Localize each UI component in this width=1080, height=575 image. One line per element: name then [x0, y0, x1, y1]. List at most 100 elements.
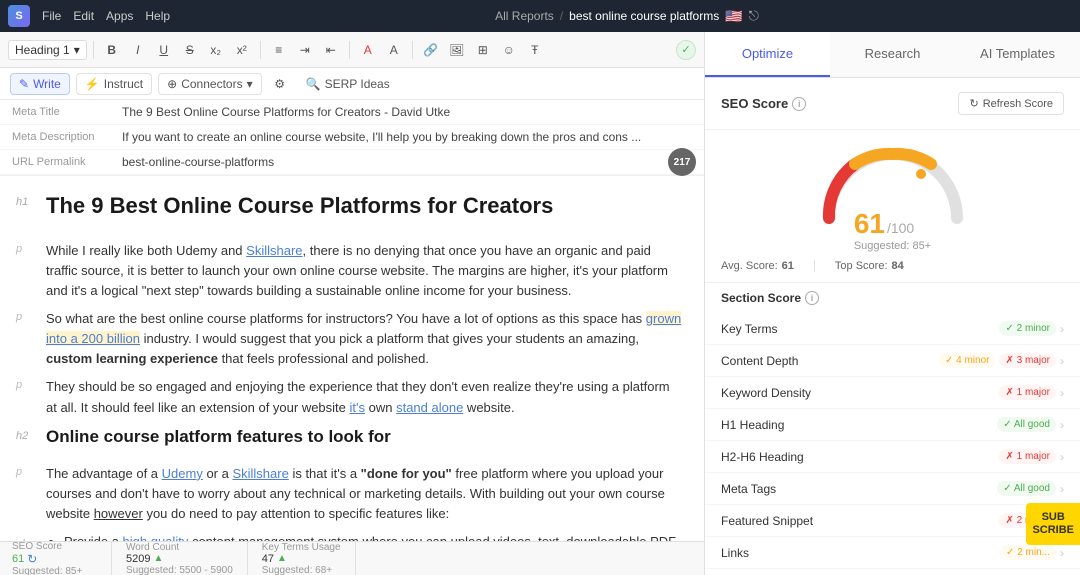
clear-format-button[interactable]: Ŧ: [523, 38, 547, 62]
table-button[interactable]: ⊞: [471, 38, 495, 62]
refresh-score-button[interactable]: ↻ Refresh Score: [958, 92, 1064, 115]
settings-icon[interactable]: ⚙: [268, 72, 292, 96]
italic-button[interactable]: I: [126, 38, 150, 62]
tab-optimize[interactable]: Optimize: [705, 32, 830, 77]
top-score-value: 84: [892, 260, 904, 272]
tab-research[interactable]: Research: [830, 32, 955, 77]
align-left-button[interactable]: ≡: [267, 38, 291, 62]
subscribe-badge[interactable]: SUBSCRIBE: [1026, 503, 1080, 545]
skillshare-link-1[interactable]: Skillshare: [246, 243, 302, 258]
links-badge: ✓ 2 min...: [1000, 545, 1056, 560]
instruct-icon: ⚡: [85, 77, 100, 91]
meta-url-value[interactable]: best-online-course-platforms: [122, 155, 274, 169]
serp-button[interactable]: 🔍 SERP Ideas: [298, 74, 398, 94]
score-row-links[interactable]: Links ✓ 2 min... ›: [705, 537, 1080, 569]
status-bar: SEO Score 61 ↻ Suggested: 85+ Word Count…: [0, 541, 704, 575]
highlight-button[interactable]: A: [382, 38, 406, 62]
keyword-density-badge: ✗ 1 major: [999, 385, 1056, 400]
connectors-chevron-icon: ▾: [247, 77, 253, 91]
emoji-button[interactable]: ☺: [497, 38, 521, 62]
keys-arrow: ▲: [277, 553, 287, 564]
heading-select[interactable]: Heading 1 ▾: [8, 40, 87, 60]
top-score-item: Top Score: 84: [835, 260, 904, 272]
links-chevron: ›: [1060, 546, 1064, 560]
avg-score-item: Avg. Score: 61: [721, 260, 794, 272]
tab-ai-templates[interactable]: AI Templates: [955, 32, 1080, 77]
menu-file[interactable]: File: [42, 9, 61, 23]
menu-edit[interactable]: Edit: [73, 9, 94, 23]
links-label: Links: [721, 546, 1000, 560]
breadcrumb-all-reports[interactable]: All Reports: [495, 9, 554, 23]
strikethrough-button[interactable]: S: [178, 38, 202, 62]
score-row-h1-heading[interactable]: H1 Heading ✓ All good ›: [705, 409, 1080, 441]
breadcrumb-area: All Reports / best online course platfor…: [182, 8, 1072, 25]
score-row-key-terms[interactable]: Key Terms ✓ 2 minor ›: [705, 313, 1080, 345]
subscript-button[interactable]: x₂: [204, 38, 228, 62]
meta-url-label: URL Permalink: [12, 156, 122, 168]
section-score-info-icon[interactable]: i: [805, 291, 819, 305]
h1-tag: h1: [16, 192, 36, 233]
top-score-label: Top Score:: [835, 260, 888, 272]
write-button[interactable]: ✎ Write: [10, 73, 70, 95]
h1-row: h1 The 9 Best Online Course Platforms fo…: [16, 192, 684, 233]
score-row-featured-snippet[interactable]: Featured Snippet ✗ 2 major ›: [705, 505, 1080, 537]
meta-desc-row: Meta Description If you want to create a…: [0, 125, 704, 150]
indent-button[interactable]: ⇥: [293, 38, 317, 62]
outdent-button[interactable]: ⇤: [319, 38, 343, 62]
p2-highlight-link[interactable]: grown into a 200 billion: [46, 311, 681, 346]
bold-button[interactable]: B: [100, 38, 124, 62]
h2-tag: h2: [16, 426, 36, 456]
score-number: 61/100: [854, 208, 931, 240]
udemy-link[interactable]: Udemy: [162, 466, 203, 481]
score-row-h2-h6-heading[interactable]: H2-H6 Heading ✗ 1 major ›: [705, 441, 1080, 473]
standalone-link[interactable]: stand alone: [396, 400, 463, 415]
flag-icon: 🇺🇸: [725, 8, 742, 25]
document-h2[interactable]: Online course platform features to look …: [46, 426, 391, 448]
score-row-keyword-density[interactable]: Keyword Density ✗ 1 major ›: [705, 377, 1080, 409]
p3-row: p They should be so engaged and enjoying…: [16, 377, 684, 417]
h2-h6-heading-chevron: ›: [1060, 450, 1064, 464]
content-depth-label: Content Depth: [721, 354, 939, 368]
meta-title-value[interactable]: The 9 Best Online Course Platforms for C…: [122, 105, 450, 119]
seo-score-info-icon[interactable]: i: [792, 97, 806, 111]
p4-content[interactable]: The advantage of a Udemy or a Skillshare…: [46, 464, 684, 524]
toolbar-separator-4: [412, 41, 413, 59]
underline-button[interactable]: U: [152, 38, 176, 62]
meta-desc-label: Meta Description: [12, 131, 122, 143]
section-score-header: Section Score i: [705, 282, 1080, 313]
superscript-button[interactable]: x²: [230, 38, 254, 62]
connectors-button[interactable]: ⊕ Connectors ▾: [158, 73, 261, 95]
seo-score-number: 61: [12, 553, 24, 565]
high-quality-link[interactable]: high quality: [123, 534, 189, 541]
refresh-icon[interactable]: ↻: [27, 552, 37, 566]
check-icon: ✓: [676, 40, 696, 60]
app-logo[interactable]: S: [8, 5, 30, 27]
score-list: Key Terms ✓ 2 minor › Content Depth ✓ 4 …: [705, 313, 1080, 575]
its-link[interactable]: it's: [350, 400, 365, 415]
p2-content[interactable]: So what are the best online course platf…: [46, 309, 684, 369]
text-color-button[interactable]: A: [356, 38, 380, 62]
h1-heading-label: H1 Heading: [721, 418, 997, 432]
toolbar-separator-2: [260, 41, 261, 59]
image-button[interactable]: 🖼: [445, 38, 469, 62]
menu-bar: File Edit Apps Help: [42, 9, 170, 23]
skillshare-link-2[interactable]: Skillshare: [232, 466, 288, 481]
key-terms-chevron: ›: [1060, 322, 1064, 336]
meta-desc-value[interactable]: If you want to create an online course w…: [122, 130, 641, 144]
key-terms-badge: ✓ 2 minor: [999, 321, 1056, 336]
share-icon[interactable]: ⎋: [749, 8, 759, 24]
score-row-url[interactable]: URL ✓ All good ›: [705, 569, 1080, 575]
menu-apps[interactable]: Apps: [106, 9, 133, 23]
p4-row: p The advantage of a Udemy or a Skillsha…: [16, 464, 684, 524]
seo-score-section: SEO Score i ↻ Refresh Score: [705, 78, 1080, 130]
score-row-content-depth[interactable]: Content Depth ✓ 4 minor ✗ 3 major ›: [705, 345, 1080, 377]
breadcrumb-separator: /: [560, 9, 563, 23]
p3-content[interactable]: They should be so engaged and enjoying t…: [46, 377, 684, 417]
p1-content[interactable]: While I really like both Udemy and Skill…: [46, 241, 684, 301]
status-seo: SEO Score 61 ↻ Suggested: 85+: [12, 541, 112, 575]
menu-help[interactable]: Help: [145, 9, 170, 23]
document-h1[interactable]: The 9 Best Online Course Platforms for C…: [46, 192, 553, 221]
score-row-meta-tags[interactable]: Meta Tags ✓ All good ›: [705, 473, 1080, 505]
instruct-button[interactable]: ⚡ Instruct: [76, 73, 152, 95]
link-button[interactable]: 🔗: [419, 38, 443, 62]
